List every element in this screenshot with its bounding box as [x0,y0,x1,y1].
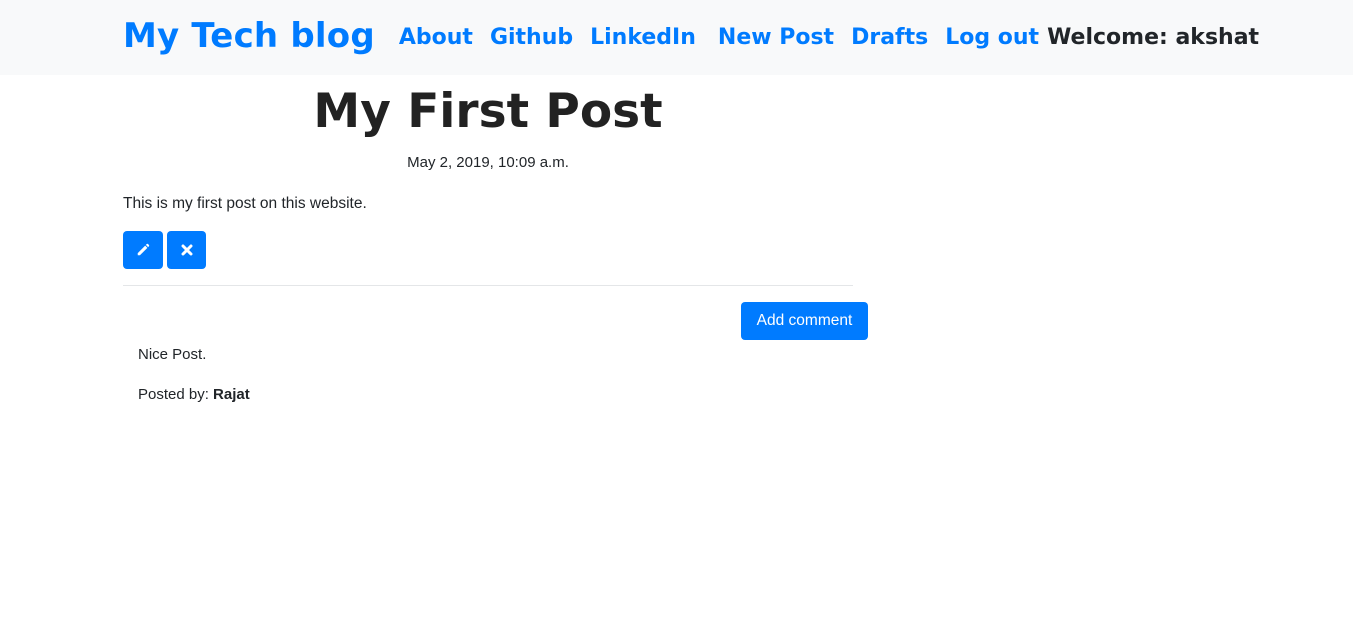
comment-author: Rajat [213,386,250,403]
add-comment-button[interactable]: Add comment [741,302,868,340]
brand-link[interactable]: My Tech blog [123,16,375,56]
posted-by-label: Posted by: [138,386,214,403]
navbar-content: My Tech blog About Github LinkedIn New P… [123,0,1259,75]
post-body: This is my first post on this website. [123,195,367,212]
nav-link-about[interactable]: About [399,25,473,50]
pencil-icon [137,243,150,256]
nav-link-github[interactable]: Github [490,25,573,50]
nav-link-log-out[interactable]: Log out [945,25,1039,50]
post-title: My First Post [313,84,663,139]
post-date: May 2, 2019, 10:09 a.m. [407,154,569,171]
times-icon [181,244,192,256]
nav-link-linkedin[interactable]: LinkedIn [590,25,696,50]
welcome-message: Welcome: akshat [1047,25,1260,50]
nav-link-new-post[interactable]: New Post [718,25,834,50]
edit-post-button[interactable] [123,231,163,269]
nav-link-drafts[interactable]: Drafts [851,25,928,50]
top-navbar: My Tech blog About Github LinkedIn New P… [0,0,1353,75]
comment-text: Nice Post. [138,346,207,363]
section-divider [123,285,853,286]
comment-posted-by: Posted by: Rajat [138,386,250,403]
delete-post-button[interactable] [167,231,206,269]
